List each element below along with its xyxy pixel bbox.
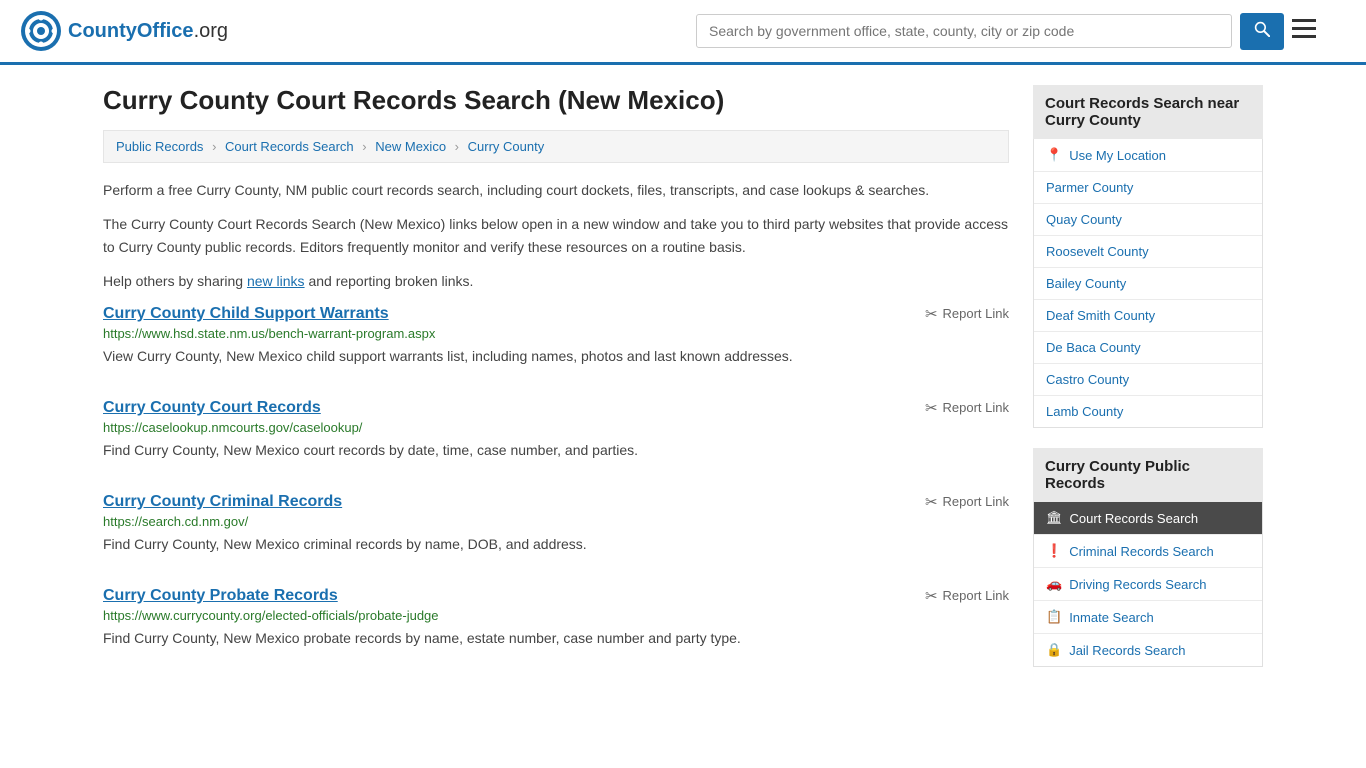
sidebar-nearby-section: Court Records Search near Curry County 📍… xyxy=(1033,85,1263,428)
search-input[interactable] xyxy=(696,14,1232,48)
sidebar-nearby-header: Court Records Search near Curry County xyxy=(1033,85,1263,139)
menu-button[interactable] xyxy=(1292,19,1316,43)
search-button[interactable] xyxy=(1240,13,1284,50)
report-link[interactable]: ✂ Report Link xyxy=(925,587,1009,605)
report-link[interactable]: ✂ Report Link xyxy=(925,305,1009,323)
breadcrumb-court-records-search[interactable]: Court Records Search xyxy=(225,139,354,154)
record-title[interactable]: Curry County Criminal Records xyxy=(103,493,342,511)
report-link[interactable]: ✂ Report Link xyxy=(925,493,1009,511)
record-desc: Find Curry County, New Mexico probate re… xyxy=(103,628,1009,649)
logo-icon xyxy=(20,10,62,52)
record-desc: View Curry County, New Mexico child supp… xyxy=(103,346,1009,367)
record-desc: Find Curry County, New Mexico court reco… xyxy=(103,440,1009,461)
sidebar-nearby-list: 📍 Use My Location Parmer County Quay Cou… xyxy=(1033,139,1263,428)
logo-text[interactable]: CountyOffice.org xyxy=(68,20,228,43)
record-desc: Find Curry County, New Mexico criminal r… xyxy=(103,534,1009,555)
record-title[interactable]: Curry County Probate Records xyxy=(103,587,338,605)
header: CountyOffice.org xyxy=(0,0,1366,65)
search-icon xyxy=(1254,21,1270,37)
record-url[interactable]: https://www.currycounty.org/elected-offi… xyxy=(103,608,1009,623)
sidebar-item-deaf-smith[interactable]: Deaf Smith County xyxy=(1034,300,1262,332)
record-entry: Curry County Child Support Warrants ✂ Re… xyxy=(103,305,1009,375)
report-icon: ✂ xyxy=(925,587,938,605)
record-url[interactable]: https://caselookup.nmcourts.gov/caselook… xyxy=(103,420,1009,435)
description-2: The Curry County Court Records Search (N… xyxy=(103,213,1009,258)
record-title[interactable]: Curry County Court Records xyxy=(103,399,321,417)
criminal-icon: ❗ xyxy=(1046,543,1062,559)
record-url[interactable]: https://search.cd.nm.gov/ xyxy=(103,514,1009,529)
record-entry: Curry County Probate Records ✂ Report Li… xyxy=(103,587,1009,657)
record-entry: Curry County Court Records ✂ Report Link… xyxy=(103,399,1009,469)
sidebar-item-parmer[interactable]: Parmer County xyxy=(1034,172,1262,204)
sidebar-item-criminal-records[interactable]: ❗ Criminal Records Search xyxy=(1034,535,1262,568)
location-icon: 📍 xyxy=(1046,147,1062,163)
sidebar-public-records-list: 🏛 Court Records Search ❗ Criminal Record… xyxy=(1033,502,1263,667)
sidebar-item-quay[interactable]: Quay County xyxy=(1034,204,1262,236)
content-area: Curry County Court Records Search (New M… xyxy=(103,85,1009,687)
sidebar-item-jail-records[interactable]: 🔒 Jail Records Search xyxy=(1034,634,1262,666)
inmate-icon: 📋 xyxy=(1046,609,1062,625)
records-list: Curry County Child Support Warrants ✂ Re… xyxy=(103,305,1009,657)
sidebar-item-inmate-search[interactable]: 📋 Inmate Search xyxy=(1034,601,1262,634)
sidebar-item-lamb[interactable]: Lamb County xyxy=(1034,396,1262,427)
breadcrumb-curry-county[interactable]: Curry County xyxy=(468,139,545,154)
breadcrumb-new-mexico[interactable]: New Mexico xyxy=(375,139,446,154)
breadcrumb-public-records[interactable]: Public Records xyxy=(116,139,203,154)
record-title[interactable]: Curry County Child Support Warrants xyxy=(103,305,389,323)
description-3: Help others by sharing new links and rep… xyxy=(103,270,1009,292)
court-icon: 🏛 xyxy=(1046,510,1063,526)
report-icon: ✂ xyxy=(925,399,938,417)
jail-icon: 🔒 xyxy=(1046,642,1062,658)
breadcrumb: Public Records › Court Records Search › … xyxy=(103,130,1009,163)
sidebar-item-de-baca[interactable]: De Baca County xyxy=(1034,332,1262,364)
sidebar-item-roosevelt[interactable]: Roosevelt County xyxy=(1034,236,1262,268)
new-links-link[interactable]: new links xyxy=(247,273,305,289)
record-url[interactable]: https://www.hsd.state.nm.us/bench-warran… xyxy=(103,326,1009,341)
hamburger-icon xyxy=(1292,19,1316,39)
sidebar-item-court-records-search[interactable]: 🏛 Court Records Search xyxy=(1034,502,1262,535)
sidebar: Court Records Search near Curry County 📍… xyxy=(1033,85,1263,687)
sidebar-item-bailey[interactable]: Bailey County xyxy=(1034,268,1262,300)
main-layout: Curry County Court Records Search (New M… xyxy=(83,65,1283,707)
record-entry: Curry County Criminal Records ✂ Report L… xyxy=(103,493,1009,563)
driving-icon: 🚗 xyxy=(1046,576,1062,592)
sidebar-item-use-location[interactable]: 📍 Use My Location xyxy=(1034,139,1262,172)
search-area xyxy=(696,13,1316,50)
report-icon: ✂ xyxy=(925,493,938,511)
sidebar-public-records-header: Curry County Public Records xyxy=(1033,448,1263,502)
report-link[interactable]: ✂ Report Link xyxy=(925,399,1009,417)
report-icon: ✂ xyxy=(925,305,938,323)
description-1: Perform a free Curry County, NM public c… xyxy=(103,179,1009,201)
logo-area: CountyOffice.org xyxy=(20,10,228,52)
sidebar-public-records-section: Curry County Public Records 🏛 Court Reco… xyxy=(1033,448,1263,667)
sidebar-item-driving-records[interactable]: 🚗 Driving Records Search xyxy=(1034,568,1262,601)
page-title: Curry County Court Records Search (New M… xyxy=(103,85,1009,116)
sidebar-item-castro[interactable]: Castro County xyxy=(1034,364,1262,396)
